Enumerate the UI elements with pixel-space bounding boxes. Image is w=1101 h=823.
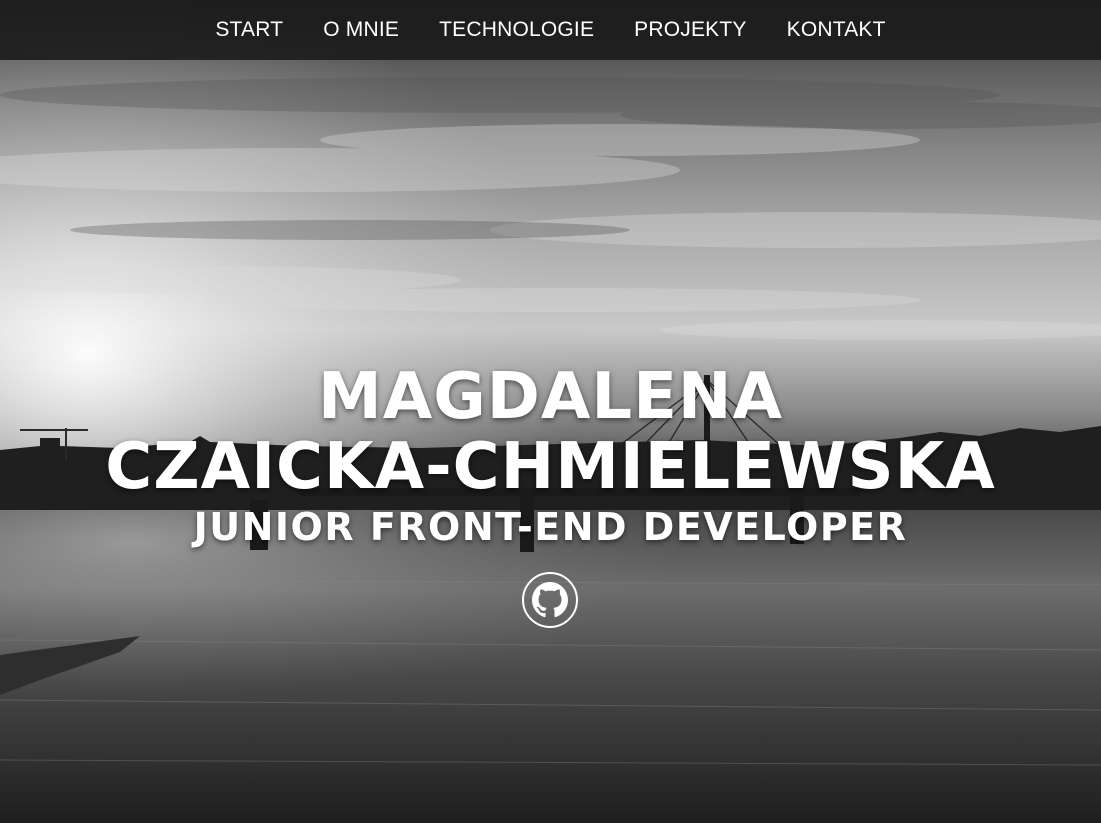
hero-name-line-2: CZAICKA-CHMIELEWSKA xyxy=(105,430,996,504)
page: START O MNIE TECHNOLOGIE PROJEKTY KONTAK… xyxy=(0,0,1101,823)
top-navigation: START O MNIE TECHNOLOGIE PROJEKTY KONTAK… xyxy=(0,0,1101,60)
github-icon xyxy=(532,582,568,618)
hero-role-title: JUNIOR FRONT-END DEVELOPER xyxy=(193,505,908,549)
hero-name-line-1: MAGDALENA xyxy=(318,360,783,434)
nav-link-projekty[interactable]: PROJEKTY xyxy=(634,18,746,42)
nav-link-kontakt[interactable]: KONTAKT xyxy=(787,18,886,42)
nav-link-technologie[interactable]: TECHNOLOGIE xyxy=(439,18,594,42)
github-link-button[interactable] xyxy=(522,572,578,628)
hero-heading-block: MAGDALENA CZAICKA-CHMIELEWSKA JUNIOR FRO… xyxy=(0,362,1101,550)
nav-link-start[interactable]: START xyxy=(215,18,283,42)
nav-link-o-mnie[interactable]: O MNIE xyxy=(323,18,399,42)
